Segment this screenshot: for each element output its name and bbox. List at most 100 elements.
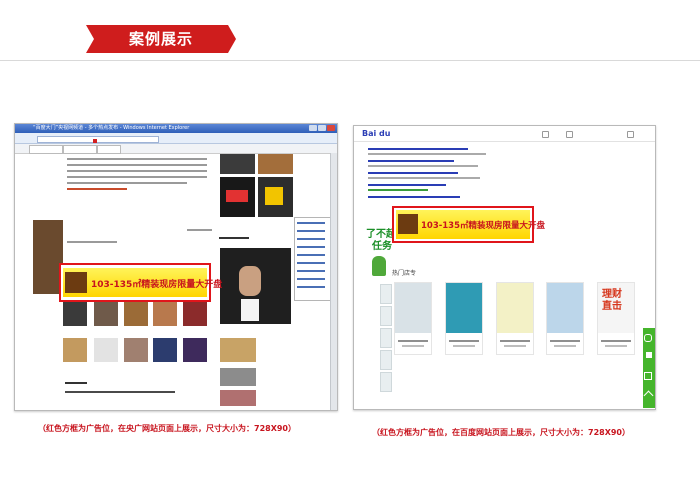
thumbnail[interactable] bbox=[94, 302, 118, 326]
result-snippet bbox=[368, 153, 486, 155]
hot-card[interactable] bbox=[394, 282, 432, 355]
side-tool-button[interactable] bbox=[380, 328, 392, 348]
browser-tab[interactable] bbox=[63, 145, 97, 154]
baidu-logo[interactable]: Bai du bbox=[362, 129, 390, 138]
browser-tab[interactable] bbox=[29, 145, 63, 154]
result-link[interactable] bbox=[368, 184, 446, 186]
hot-card[interactable] bbox=[445, 282, 483, 355]
url-field[interactable] bbox=[37, 136, 159, 143]
star-icon[interactable] bbox=[646, 352, 652, 358]
result-url bbox=[368, 189, 428, 191]
ad-logo bbox=[65, 272, 87, 293]
thumbnail[interactable] bbox=[63, 338, 87, 362]
article-text-line bbox=[67, 182, 187, 184]
news-image[interactable] bbox=[220, 390, 256, 406]
hot-section-label: 热门店专 bbox=[392, 270, 417, 277]
browser-title-bar: “百度大门”央视网频道 - 多个热点发布 - Windows Internet … bbox=[15, 124, 337, 133]
side-list-item[interactable] bbox=[297, 254, 325, 256]
mascot-icon bbox=[372, 256, 386, 276]
section-banner: 案例展示 bbox=[86, 25, 236, 53]
cctv-page-screenshot: “百度大门”央视网频道 - 多个热点发布 - Windows Internet … bbox=[14, 123, 338, 411]
ad-logo bbox=[398, 214, 418, 234]
result-link[interactable] bbox=[368, 196, 460, 198]
hot-card-title bbox=[500, 340, 530, 342]
menu-icon[interactable] bbox=[627, 131, 634, 138]
result-link[interactable] bbox=[368, 172, 458, 174]
section-heading bbox=[219, 237, 249, 239]
hot-card-image bbox=[547, 283, 583, 333]
side-tool-button[interactable] bbox=[380, 306, 392, 326]
close-icon[interactable] bbox=[327, 125, 335, 131]
hot-card-subtitle bbox=[453, 345, 475, 347]
news-image[interactable] bbox=[220, 338, 256, 362]
thumbnail[interactable] bbox=[63, 302, 87, 326]
side-list-item[interactable] bbox=[297, 230, 325, 232]
header-divider bbox=[0, 60, 700, 61]
page-scrollbar[interactable] bbox=[330, 153, 337, 410]
article-text-line bbox=[67, 170, 207, 172]
news-image[interactable] bbox=[220, 368, 256, 386]
side-tool-button[interactable] bbox=[380, 284, 392, 304]
side-list-item[interactable] bbox=[297, 246, 325, 248]
side-list-item[interactable] bbox=[297, 238, 325, 240]
related-heading bbox=[65, 382, 87, 384]
left-caption: （红色方框为广告位，在央广网站页面上展示，尺寸大小为：728X90） bbox=[38, 424, 296, 433]
maximize-icon[interactable] bbox=[318, 125, 326, 131]
hot-card-subtitle bbox=[402, 345, 424, 347]
right-caption: （红色方框为广告位，在百度网站页面上展示，尺寸大小为：728X90） bbox=[372, 428, 630, 437]
news-image[interactable] bbox=[220, 154, 255, 174]
thumbnail[interactable] bbox=[124, 338, 148, 362]
thumbnail[interactable] bbox=[153, 302, 177, 326]
minimize-icon[interactable] bbox=[309, 125, 317, 131]
side-tool-button[interactable] bbox=[380, 372, 392, 392]
photo-shirt bbox=[241, 299, 259, 321]
user-icon[interactable] bbox=[566, 131, 573, 138]
news-image-highlight bbox=[265, 187, 283, 205]
browser-tab[interactable] bbox=[97, 145, 121, 154]
side-tool-button[interactable] bbox=[380, 350, 392, 370]
hot-card-image bbox=[446, 283, 482, 333]
settings-icon[interactable] bbox=[542, 131, 549, 138]
related-link[interactable] bbox=[65, 391, 175, 393]
news-image[interactable] bbox=[258, 154, 293, 174]
thumbnail[interactable] bbox=[153, 338, 177, 362]
thumbnail[interactable] bbox=[94, 338, 118, 362]
ad-red-block bbox=[226, 190, 248, 202]
hot-card-title bbox=[449, 340, 479, 342]
result-link[interactable] bbox=[368, 148, 468, 150]
side-list-item[interactable] bbox=[297, 270, 325, 272]
ad-slot-frame[interactable]: 103-135㎡精装现房限量大开盘 bbox=[59, 263, 222, 302]
article-text-line bbox=[67, 176, 207, 178]
thumbnail[interactable] bbox=[124, 302, 148, 326]
hot-card-image bbox=[497, 283, 533, 333]
hot-card-image bbox=[395, 283, 431, 333]
chevron-up-icon[interactable] bbox=[644, 334, 652, 342]
ad-banner[interactable]: 103-135㎡精装现房限量大开盘 bbox=[63, 268, 222, 297]
hot-card-subtitle bbox=[605, 345, 627, 347]
result-link[interactable] bbox=[368, 160, 454, 162]
browser-title: “百度大门”央视网频道 - 多个热点发布 - Windows Internet … bbox=[33, 125, 190, 131]
thumbnail[interactable] bbox=[183, 338, 207, 362]
result-snippet bbox=[368, 165, 478, 167]
side-list-item[interactable] bbox=[297, 278, 325, 280]
ad-banner[interactable]: 103-135㎡精装现房限量大开盘 bbox=[396, 210, 545, 239]
hot-card-subtitle bbox=[554, 345, 576, 347]
thumbnail[interactable] bbox=[183, 302, 207, 326]
hot-card[interactable] bbox=[546, 282, 584, 355]
article-link[interactable] bbox=[67, 188, 127, 190]
stop-icon[interactable] bbox=[93, 139, 97, 143]
side-list-item[interactable] bbox=[297, 262, 325, 264]
ad-slot-frame[interactable]: 103-135㎡精装现房限量大开盘 bbox=[392, 206, 545, 243]
baidu-header: Bai du bbox=[354, 126, 655, 142]
baidu-page-screenshot: Bai du 了不起 任务 103-135㎡精装现房限量大开盘 热门店专 理财直… bbox=[353, 125, 656, 410]
side-list-item[interactable] bbox=[297, 286, 325, 288]
side-list-item[interactable] bbox=[297, 222, 325, 224]
hot-card-title bbox=[550, 340, 580, 342]
ad-headline: 103-135㎡精装现房限量大开盘 bbox=[421, 221, 546, 231]
hot-card[interactable]: 理财直击 bbox=[597, 282, 635, 355]
hot-card[interactable] bbox=[496, 282, 534, 355]
ad-headline: 103-135㎡精装现房限量大开盘 bbox=[91, 280, 223, 290]
share-icon[interactable] bbox=[644, 372, 652, 380]
article-text-line bbox=[67, 158, 207, 160]
article-text-line bbox=[187, 229, 212, 231]
